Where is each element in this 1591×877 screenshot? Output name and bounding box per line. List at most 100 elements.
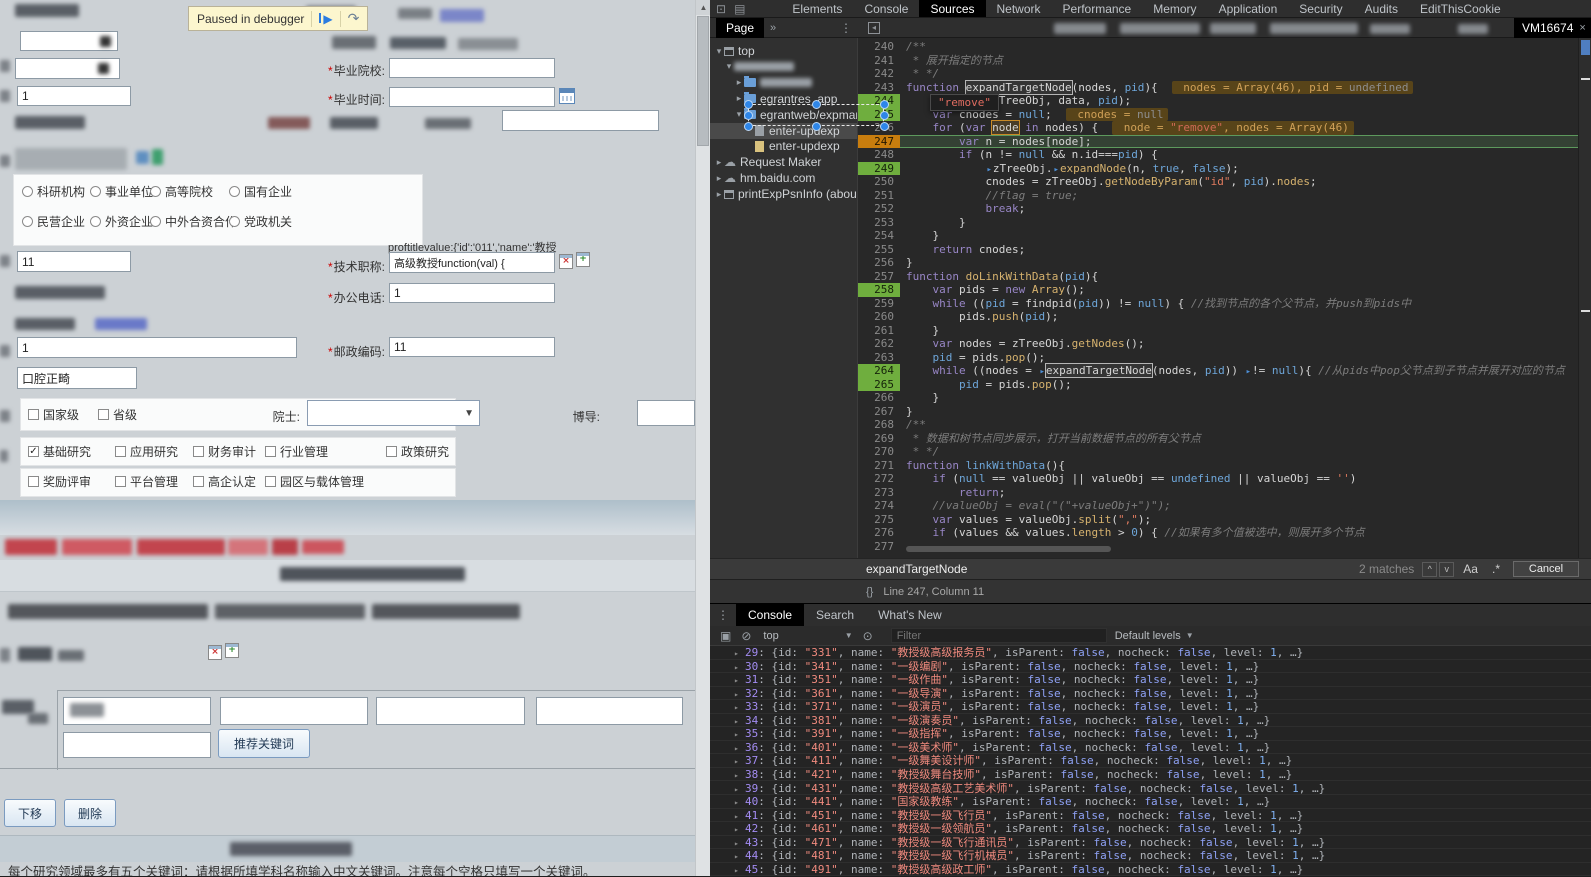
search-next-button[interactable]: v	[1439, 562, 1454, 577]
radio-科研机构[interactable]: 科研机构	[22, 183, 85, 200]
breakpoint-gutter[interactable]: 258	[858, 283, 900, 297]
devtools-tab-editthiscookie[interactable]: EditThisCookie	[1409, 0, 1512, 17]
line-number[interactable]: 248	[858, 148, 900, 162]
devtools-tab-console[interactable]: Console	[853, 0, 919, 17]
devtools-tab-security[interactable]: Security	[1288, 0, 1353, 17]
calendar-icon[interactable]	[559, 88, 575, 104]
line-number[interactable]: 243	[858, 81, 900, 95]
code-line-253[interactable]: 253 }	[858, 216, 1591, 230]
form-input-4[interactable]	[502, 110, 659, 131]
checkbox-政策研究[interactable]: 政策研究	[386, 443, 449, 460]
academician-select[interactable]: ▼	[307, 400, 480, 426]
annotation-handle[interactable]	[880, 100, 889, 109]
code-line-242[interactable]: 242 * */	[858, 67, 1591, 81]
console-log-row[interactable]: ▸31: {id: "351", name: "一级作曲", isParent:…	[710, 673, 1591, 687]
line-number[interactable]: 242	[858, 67, 900, 81]
checkbox-平台管理[interactable]: 平台管理	[115, 473, 178, 490]
code-line-246[interactable]: 246 for (var node in nodes) { node = "re…	[858, 121, 1591, 135]
expand-object-icon[interactable]: ▸	[734, 742, 739, 756]
keyword-input-4[interactable]	[536, 697, 683, 725]
line-number[interactable]: 273	[858, 486, 900, 500]
navigator-item-enter-updexp[interactable]: enter-updexp	[710, 138, 858, 154]
console-sidebar-icon[interactable]: ▣	[720, 629, 731, 643]
keyword-input-3[interactable]	[376, 697, 525, 725]
tech-title-input[interactable]	[389, 252, 555, 273]
console-log-row[interactable]: ▸43: {id: "471", name: "教授级一级飞行通讯员", isP…	[710, 836, 1591, 850]
code-line-274[interactable]: 274 //valueObj = eval("("+valueObj+")");	[858, 499, 1591, 513]
line-number[interactable]: 270	[858, 445, 900, 459]
code-line-260[interactable]: 260 pids.push(pid);	[858, 310, 1591, 324]
code-line-250[interactable]: 250 cnodes = zTreeObj.getNodeByParam("id…	[858, 175, 1591, 189]
annotation-handle[interactable]	[744, 100, 753, 109]
search-cancel-button[interactable]: Cancel	[1513, 561, 1579, 577]
pretty-print-icon[interactable]: {}	[866, 586, 873, 598]
form-input-long[interactable]	[17, 337, 297, 358]
devtools-tab-memory[interactable]: Memory	[1142, 0, 1207, 17]
navigator-item-redacted[interactable]: ▸	[710, 75, 858, 91]
code-line-272[interactable]: 272 if (null == valueObj || valueObj == …	[858, 472, 1591, 486]
file-tab-vm16674[interactable]: VM16674 ×	[1514, 18, 1591, 38]
checkbox-应用研究[interactable]: 应用研究	[115, 443, 178, 460]
line-number[interactable]: 241	[858, 54, 900, 68]
line-number[interactable]: 267	[858, 405, 900, 419]
live-expression-eye-icon[interactable]: ⊙	[863, 629, 873, 643]
navigator-menu-icon[interactable]: ⋮	[840, 21, 852, 35]
line-number[interactable]: 271	[858, 459, 900, 473]
code-line-254[interactable]: 254 }	[858, 229, 1591, 243]
expand-object-icon[interactable]: ▸	[734, 783, 739, 797]
code-line-263[interactable]: 263 pid = pids.pop();	[858, 351, 1591, 365]
radio-事业单位[interactable]: 事业单位	[90, 183, 153, 200]
expand-object-icon[interactable]: ▸	[734, 823, 739, 837]
console-drawer-tab-console[interactable]: Console	[736, 604, 804, 626]
inspect-element-icon[interactable]: ⊡	[716, 2, 726, 16]
annotation-handle[interactable]	[744, 111, 753, 120]
code-line-252[interactable]: 252 break;	[858, 202, 1591, 216]
line-number[interactable]: 252	[858, 202, 900, 216]
annotation-handle[interactable]	[880, 122, 889, 131]
annotation-handle[interactable]	[880, 111, 889, 120]
search-prev-button[interactable]: ^	[1422, 562, 1437, 577]
annotation-handle[interactable]	[812, 100, 821, 109]
keyword-input-2[interactable]	[220, 697, 368, 725]
code-line-275[interactable]: 275 var values = valueObj.split(",");	[858, 513, 1591, 527]
code-line-271[interactable]: 271function linkWithData(){	[858, 459, 1591, 473]
console-log-row[interactable]: ▸42: {id: "461", name: "教授级一级领航员", isPar…	[710, 822, 1591, 836]
navigator-page-tab[interactable]: Page	[716, 18, 764, 38]
resume-script-icon[interactable]: ▶	[319, 12, 332, 26]
add-row-icon[interactable]: +	[225, 643, 239, 658]
code-line-258[interactable]: 258 var pids = new Array();	[858, 283, 1591, 297]
search-input[interactable]: expandTargetNode	[866, 562, 1359, 576]
radio-国有企业[interactable]: 国有企业	[229, 183, 292, 200]
school-input[interactable]	[389, 58, 555, 78]
line-number[interactable]: 250	[858, 175, 900, 189]
devtools-tab-audits[interactable]: Audits	[1354, 0, 1409, 17]
delete-button[interactable]: 删除	[64, 799, 116, 827]
breakpoint-gutter[interactable]: 249	[858, 162, 900, 176]
code-line-262[interactable]: 262 var nodes = zTreeObj.getNodes();	[858, 337, 1591, 351]
checkbox-国家级[interactable]: 国家级	[28, 406, 79, 423]
code-line-261[interactable]: 261 }	[858, 324, 1591, 338]
line-number[interactable]: 255	[858, 243, 900, 257]
console-log-row[interactable]: ▸35: {id: "391", name: "一级指挥", isParent:…	[710, 727, 1591, 741]
editor-vscrollbar[interactable]	[1578, 38, 1591, 558]
line-number[interactable]: 261	[858, 324, 900, 338]
page-scrollbar[interactable]: ▲	[695, 0, 710, 876]
line-number[interactable]: 257	[858, 270, 900, 284]
devtools-tab-sources[interactable]: Sources	[919, 0, 985, 17]
console-log-row[interactable]: ▸37: {id: "411", name: "一级舞美设计师", isPare…	[710, 754, 1591, 768]
code-line-255[interactable]: 255 return cnodes;	[858, 243, 1591, 257]
expand-object-icon[interactable]: ▸	[734, 674, 739, 688]
line-number[interactable]: 262	[858, 337, 900, 351]
expand-object-icon[interactable]: ▸	[734, 688, 739, 702]
step-over-icon[interactable]: ↷	[348, 10, 360, 27]
checkbox-财务审计[interactable]: 财务审计	[193, 443, 256, 460]
line-number[interactable]: 266	[858, 391, 900, 405]
console-log-row[interactable]: ▸41: {id: "451", name: "教授级一级飞行员", isPar…	[710, 809, 1591, 823]
editor-hscrollbar-thumb[interactable]	[906, 546, 1111, 552]
expand-object-icon[interactable]: ▸	[734, 837, 739, 851]
code-line-270[interactable]: 270 * */	[858, 445, 1591, 459]
line-number[interactable]: 268	[858, 418, 900, 432]
console-log-row[interactable]: ▸45: {id: "491", name: "教授级高级政工师", isPar…	[710, 863, 1591, 877]
line-number[interactable]: 274	[858, 499, 900, 513]
console-log-row[interactable]: ▸33: {id: "371", name: "一级演员", isParent:…	[710, 700, 1591, 714]
